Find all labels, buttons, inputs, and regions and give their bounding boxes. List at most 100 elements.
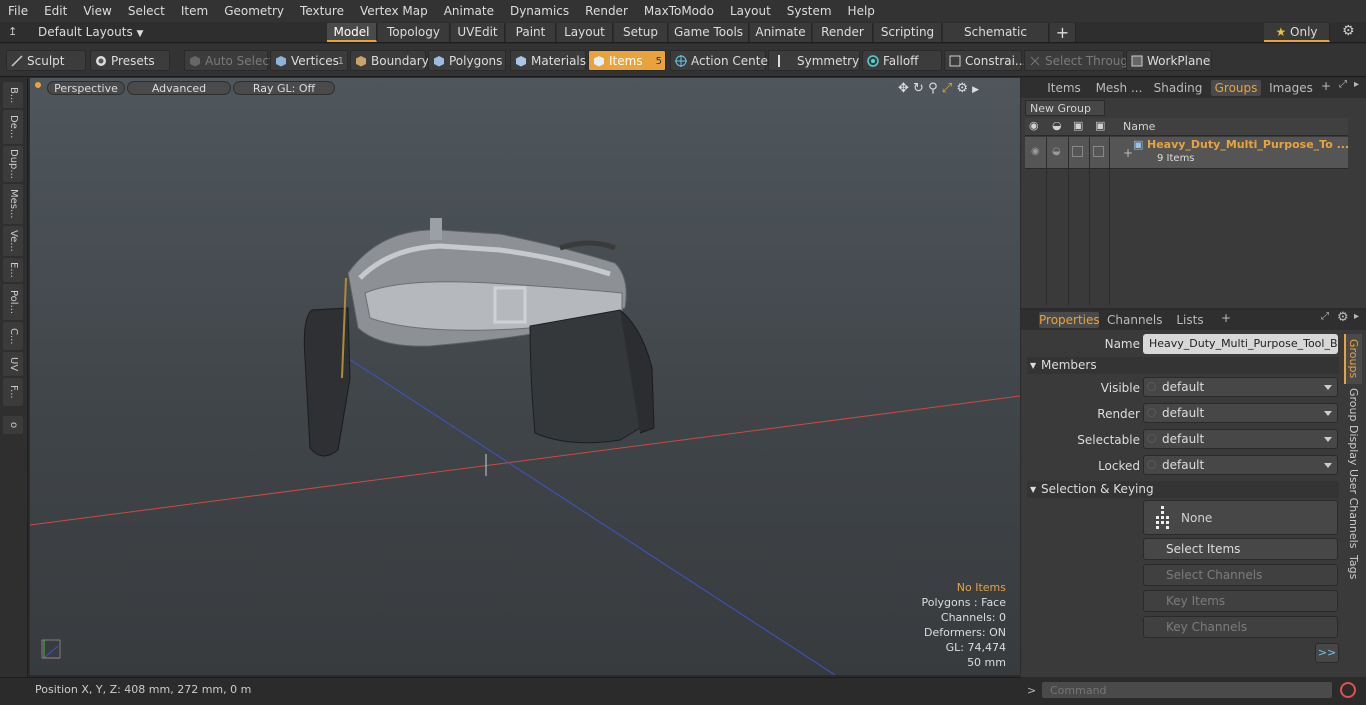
key-items-button[interactable]: Key Items <box>1143 590 1338 612</box>
menu-system[interactable]: System <box>779 0 840 22</box>
panel-menu-icon[interactable]: ▸ <box>1354 311 1359 322</box>
menu-geometry[interactable]: Geometry <box>216 0 292 22</box>
menu-texture[interactable]: Texture <box>292 0 352 22</box>
left-tab-duplicate[interactable]: Dup... <box>3 146 23 182</box>
menu-animate[interactable]: Animate <box>436 0 502 22</box>
row-select-box[interactable] <box>1093 146 1104 157</box>
add-tab-icon[interactable]: + <box>1321 79 1331 93</box>
selection-keying-section[interactable]: ▼ Selection & Keying <box>1027 481 1339 498</box>
selectable-select[interactable]: default <box>1143 429 1338 449</box>
render-select[interactable]: default <box>1143 403 1338 423</box>
menu-edit[interactable]: Edit <box>36 0 75 22</box>
members-section[interactable]: ▼ Members <box>1027 357 1339 374</box>
menu-file[interactable]: File <box>0 0 36 22</box>
tab-mesh[interactable]: Mesh ... <box>1093 80 1145 96</box>
left-tab-curve[interactable]: C... <box>3 322 23 350</box>
side-tab-user-channels[interactable]: User Channels <box>1344 468 1362 550</box>
tab-scripting[interactable]: Scripting <box>874 23 942 42</box>
gear-icon[interactable]: ⚙ <box>1342 23 1355 39</box>
select-cube-icon[interactable]: ▣ <box>1095 119 1105 132</box>
command-input[interactable] <box>1041 681 1333 699</box>
tab-paint[interactable]: Paint <box>506 23 556 42</box>
properties-gear-icon[interactable]: ⚙ <box>1337 310 1349 325</box>
tab-images[interactable]: Images <box>1267 80 1315 96</box>
action-center-button[interactable]: Action Center <box>670 50 773 71</box>
lock-cube-icon[interactable]: ▣ <box>1073 119 1083 132</box>
collapse-up-icon[interactable]: ↥ <box>8 25 17 38</box>
left-tab-edge[interactable]: E... <box>3 258 23 282</box>
layouts-dropdown[interactable]: Default Layouts ▼ <box>38 24 143 41</box>
side-tab-tags[interactable]: Tags <box>1344 553 1362 581</box>
select-through-button[interactable]: Select Through <box>1024 50 1136 71</box>
new-group-button[interactable]: New Group <box>1025 100 1105 116</box>
eye-icon[interactable]: ◉ <box>1029 119 1039 132</box>
tab-setup[interactable]: Setup <box>614 23 668 42</box>
key-channels-button[interactable]: Key Channels <box>1143 616 1338 638</box>
menu-layout[interactable]: Layout <box>722 0 779 22</box>
menu-view[interactable]: View <box>75 0 119 22</box>
more-button[interactable]: >> <box>1315 643 1339 663</box>
maximize-icon[interactable]: ⤢ <box>1321 311 1329 322</box>
menu-help[interactable]: Help <box>840 0 883 22</box>
expand-plus-icon[interactable]: + <box>1123 146 1133 160</box>
falloff-button[interactable]: Falloff <box>862 50 942 71</box>
boundary-button[interactable]: Boundary <box>350 50 429 71</box>
tab-channels[interactable]: Channels <box>1107 312 1163 328</box>
menu-dynamics[interactable]: Dynamics <box>502 0 577 22</box>
workplane-button[interactable]: WorkPlane <box>1126 50 1212 71</box>
row-render-icon[interactable]: ◒ <box>1052 146 1061 157</box>
only-toggle[interactable]: ★ Only <box>1264 23 1330 42</box>
presets-button[interactable]: Presets <box>90 50 170 71</box>
tab-render[interactable]: Render <box>813 23 873 42</box>
left-tab-vertex[interactable]: Ve... <box>3 226 23 256</box>
side-tab-group-display[interactable]: Group Display <box>1344 388 1362 466</box>
panel-menu-icon[interactable]: ▸ <box>1354 79 1359 90</box>
auto-select-button[interactable]: Auto Select <box>184 50 274 71</box>
tab-animate[interactable]: Animate <box>750 23 812 42</box>
maximize-icon[interactable]: ⤢ <box>1339 79 1347 90</box>
tab-items[interactable]: Items <box>1043 80 1085 96</box>
select-channels-button[interactable]: Select Channels <box>1143 564 1338 586</box>
left-tab-polygon[interactable]: Pol... <box>3 284 23 320</box>
add-tab-icon[interactable]: + <box>1050 23 1076 42</box>
menu-maxtomodo[interactable]: MaxToModo <box>636 0 722 22</box>
left-tab-extra[interactable]: o <box>3 416 23 434</box>
tab-layout[interactable]: Layout <box>557 23 613 42</box>
polygons-button[interactable]: Polygons <box>428 50 506 71</box>
tab-properties[interactable]: Properties <box>1039 312 1100 328</box>
tab-game-tools[interactable]: Game Tools <box>669 23 749 42</box>
left-tab-fusion[interactable]: F... <box>3 378 23 406</box>
none-button[interactable]: None <box>1143 500 1338 535</box>
viewport-3d[interactable]: Perspective Advanced Ray GL: Off ✥ ↻ ⚲ ⤢… <box>30 78 1020 675</box>
group-row[interactable]: ◉ ◒ + ▣ Heavy_Duty_Multi_Purpose_To ... … <box>1025 137 1349 169</box>
left-tab-basic[interactable]: B... <box>3 82 23 108</box>
menu-render[interactable]: Render <box>577 0 636 22</box>
side-tab-groups[interactable]: Groups <box>1344 334 1362 384</box>
menu-item[interactable]: Item <box>173 0 216 22</box>
visible-select[interactable]: default <box>1143 377 1338 397</box>
symmetry-button[interactable]: Symmetry <box>768 50 860 71</box>
row-lock-box[interactable] <box>1072 146 1083 157</box>
tab-shading[interactable]: Shading <box>1153 80 1203 96</box>
tab-uvedit[interactable]: UVEdit <box>451 23 505 42</box>
tab-model[interactable]: Model <box>327 23 377 42</box>
tab-topology[interactable]: Topology <box>378 23 450 42</box>
constraints-button[interactable]: Constrai... <box>944 50 1026 71</box>
row-eye-icon[interactable]: ◉ <box>1031 146 1040 157</box>
name-field[interactable]: Heavy_Duty_Multi_Purpose_Tool_Belt <box>1143 334 1338 354</box>
materials-button[interactable]: Materials <box>510 50 586 71</box>
left-tab-deform[interactable]: De... <box>3 110 23 144</box>
items-button[interactable]: Items 5 <box>588 50 666 71</box>
left-tab-mesh[interactable]: Mes... <box>3 184 23 224</box>
menu-select[interactable]: Select <box>120 0 173 22</box>
add-tab-icon[interactable]: + <box>1221 311 1231 325</box>
menu-vertex-map[interactable]: Vertex Map <box>352 0 436 22</box>
render-icon[interactable]: ◒ <box>1052 119 1062 132</box>
record-icon[interactable] <box>1340 682 1356 698</box>
select-items-button[interactable]: Select Items <box>1143 538 1338 560</box>
sculpt-button[interactable]: Sculpt <box>6 50 86 71</box>
tab-lists[interactable]: Lists <box>1169 312 1211 328</box>
locked-select[interactable]: default <box>1143 455 1338 475</box>
left-tab-uv[interactable]: UV <box>3 352 23 376</box>
tab-groups[interactable]: Groups <box>1211 80 1261 96</box>
